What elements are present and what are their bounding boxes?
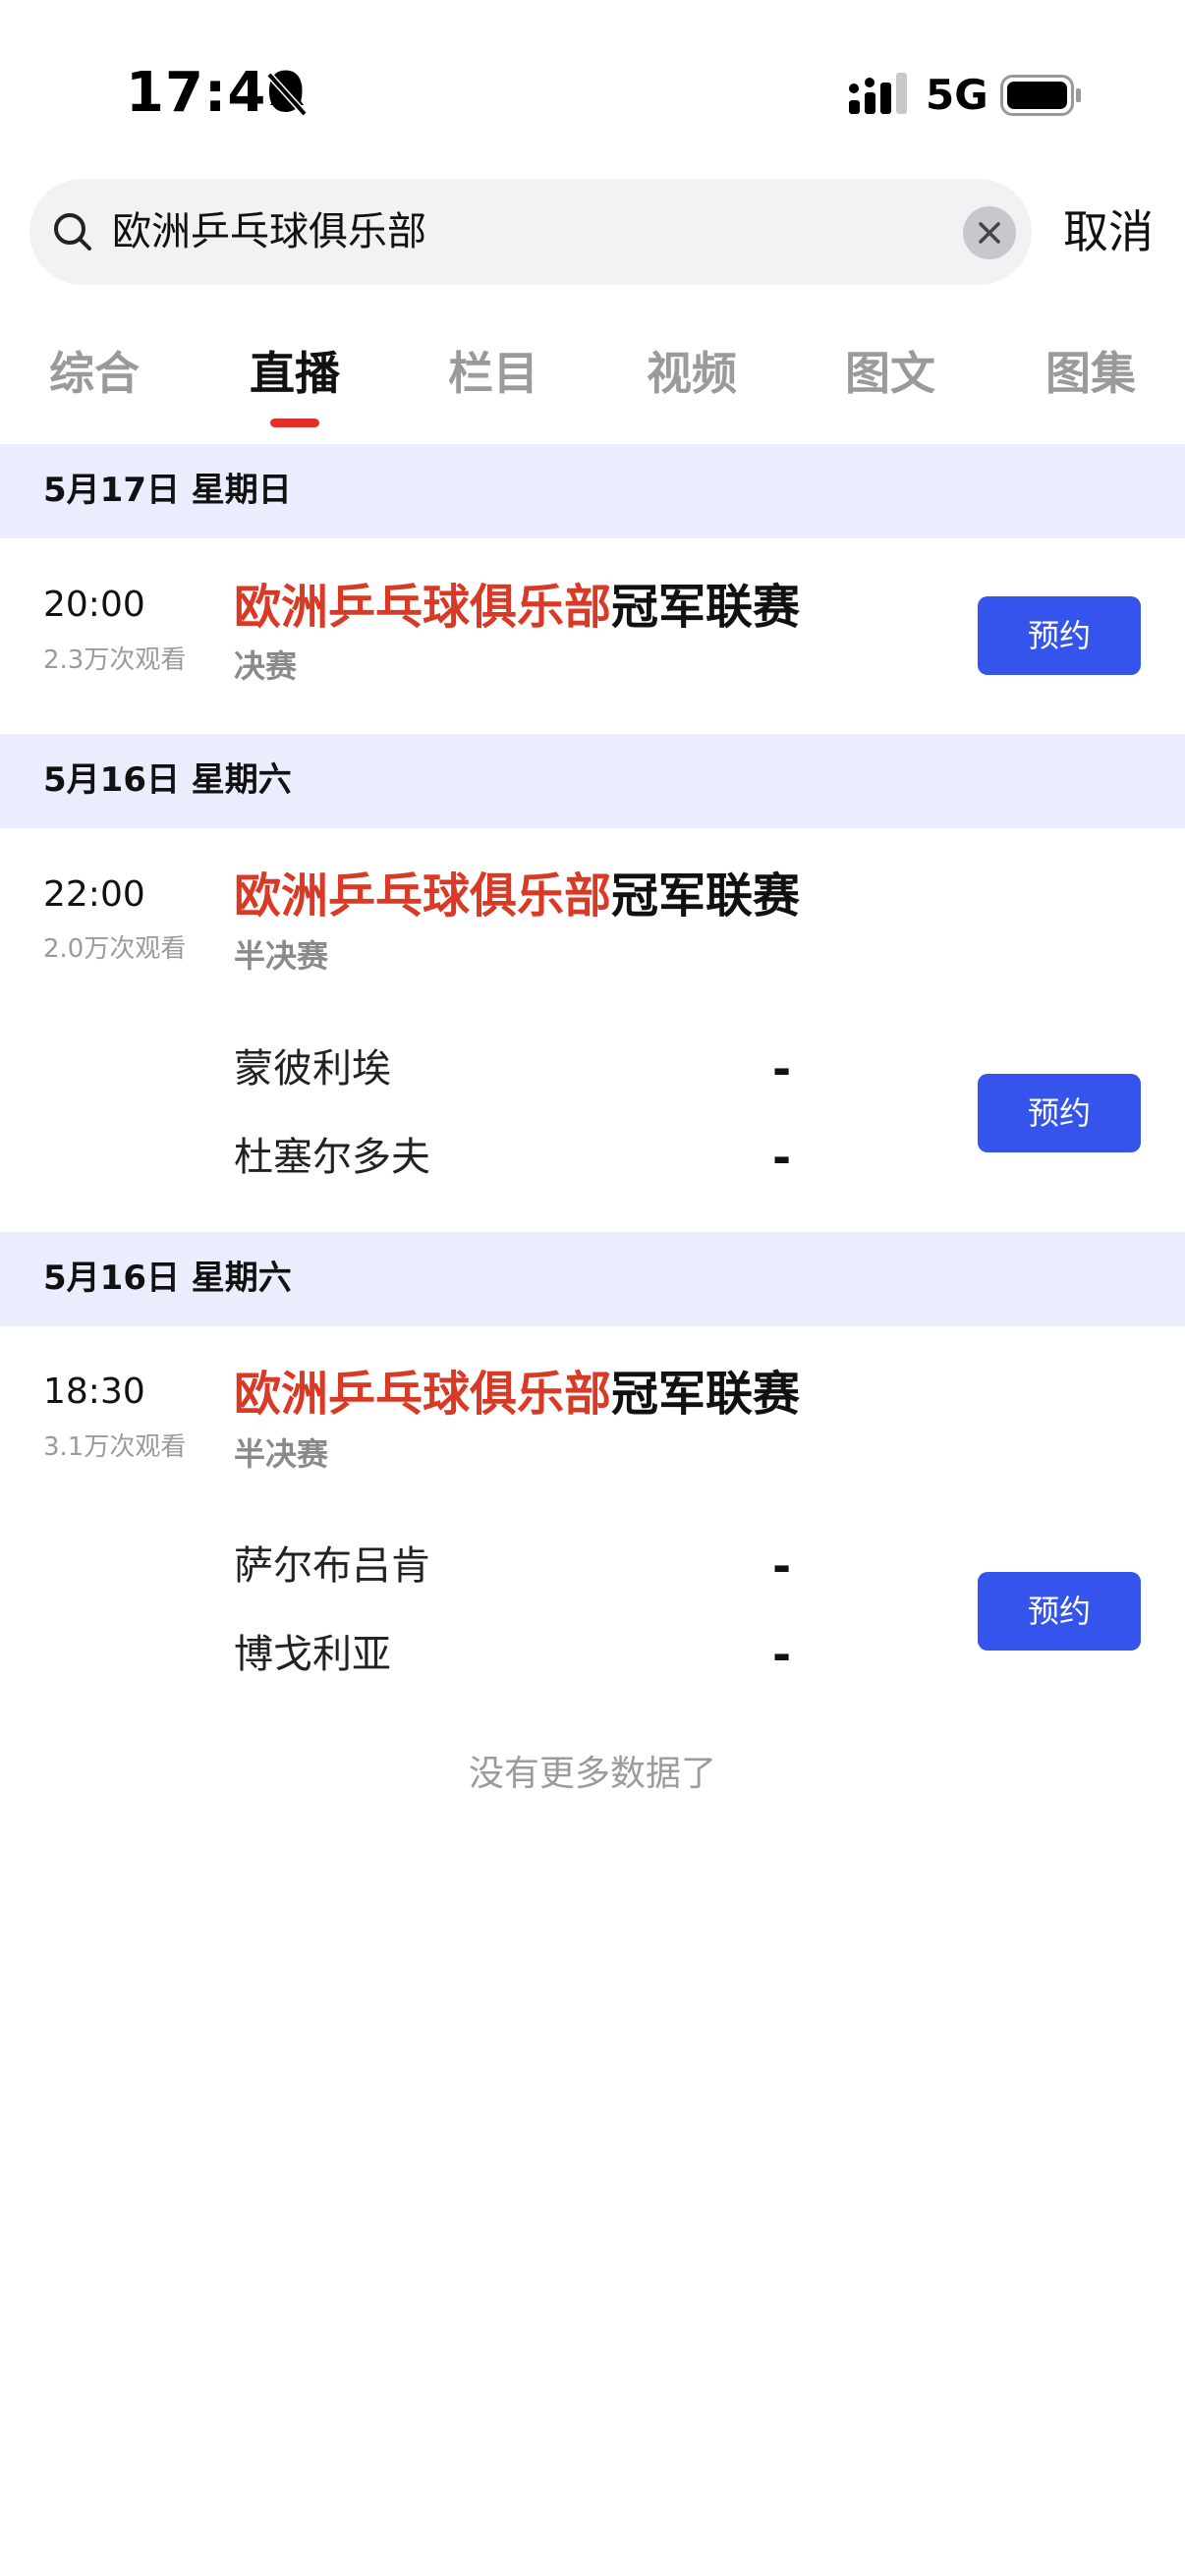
date-label: 5月16日 星期六 bbox=[43, 760, 292, 800]
event-stage: 决赛 bbox=[234, 647, 298, 685]
cellular-signal-icon bbox=[849, 73, 907, 114]
event-views: 3.1万次观看 bbox=[43, 1432, 187, 1462]
event-title-rest: 冠军联赛 bbox=[611, 580, 801, 635]
tab-active-indicator bbox=[270, 419, 319, 427]
tab-articles[interactable]: 图文 bbox=[845, 344, 935, 403]
bell-muted-icon bbox=[266, 72, 308, 117]
search-input[interactable]: 欧洲乒乓球俱乐部 bbox=[112, 202, 426, 261]
date-header: 5月17日 星期日 bbox=[0, 444, 1185, 538]
team-name: 蒙彼利埃 bbox=[234, 1046, 391, 1092]
event-title-rest: 冠军联赛 bbox=[611, 868, 801, 924]
tab-bar: 综合 直播 栏目 视频 图文 图集 bbox=[0, 334, 1185, 432]
team-name: 博戈利亚 bbox=[234, 1632, 391, 1677]
team-score: - bbox=[772, 1131, 792, 1184]
cancel-button[interactable]: 取消 bbox=[1063, 202, 1154, 261]
clear-icon bbox=[979, 222, 1000, 244]
event-title: 欧洲乒乓球俱乐部冠军联赛 bbox=[234, 576, 800, 639]
event-title: 欧洲乒乓球俱乐部冠军联赛 bbox=[234, 1363, 800, 1426]
tab-overview[interactable]: 综合 bbox=[49, 344, 140, 403]
search-icon bbox=[54, 213, 91, 251]
team-score: - bbox=[772, 1628, 792, 1681]
event-stage: 半决赛 bbox=[234, 1435, 329, 1473]
reserve-button[interactable]: 预约 bbox=[978, 1572, 1141, 1651]
tab-videos[interactable]: 视频 bbox=[647, 344, 737, 403]
event-time: 18:30 bbox=[43, 1372, 145, 1412]
network-type: 5G bbox=[926, 71, 988, 119]
search-box[interactable]: 欧洲乒乓球俱乐部 bbox=[29, 179, 1032, 285]
team-score: - bbox=[772, 1540, 792, 1593]
event-title-highlight: 欧洲乒乓球俱乐部 bbox=[234, 1367, 612, 1422]
clear-search-button[interactable] bbox=[963, 206, 1016, 259]
tab-columns[interactable]: 栏目 bbox=[448, 344, 538, 403]
tab-live[interactable]: 直播 bbox=[250, 344, 340, 403]
event-views: 2.3万次观看 bbox=[43, 645, 187, 675]
date-label: 5月17日 星期日 bbox=[43, 471, 292, 510]
team-name: 杜塞尔多夫 bbox=[234, 1135, 430, 1180]
team-name: 萨尔布吕肯 bbox=[234, 1543, 430, 1589]
status-bar: 17:40 5G bbox=[0, 0, 1185, 167]
date-label: 5月16日 星期六 bbox=[43, 1259, 292, 1298]
tab-galleries[interactable]: 图集 bbox=[1045, 344, 1136, 403]
date-header: 5月16日 星期六 bbox=[0, 1232, 1185, 1326]
battery-icon bbox=[1000, 75, 1081, 116]
event-views: 2.0万次观看 bbox=[43, 934, 187, 964]
event-title: 欧洲乒乓球俱乐部冠军联赛 bbox=[234, 865, 800, 927]
event-title-highlight: 欧洲乒乓球俱乐部 bbox=[234, 868, 612, 924]
reserve-button[interactable]: 预约 bbox=[978, 596, 1141, 675]
reserve-button[interactable]: 预约 bbox=[978, 1074, 1141, 1152]
event-time: 20:00 bbox=[43, 585, 145, 625]
event-title-rest: 冠军联赛 bbox=[611, 1367, 801, 1422]
no-more-data-label: 没有更多数据了 bbox=[468, 1754, 716, 1794]
date-header: 5月16日 星期六 bbox=[0, 734, 1185, 828]
event-stage: 半决赛 bbox=[234, 937, 329, 975]
team-score: - bbox=[772, 1042, 792, 1095]
event-time: 22:00 bbox=[43, 874, 145, 915]
event-title-highlight: 欧洲乒乓球俱乐部 bbox=[234, 580, 612, 635]
